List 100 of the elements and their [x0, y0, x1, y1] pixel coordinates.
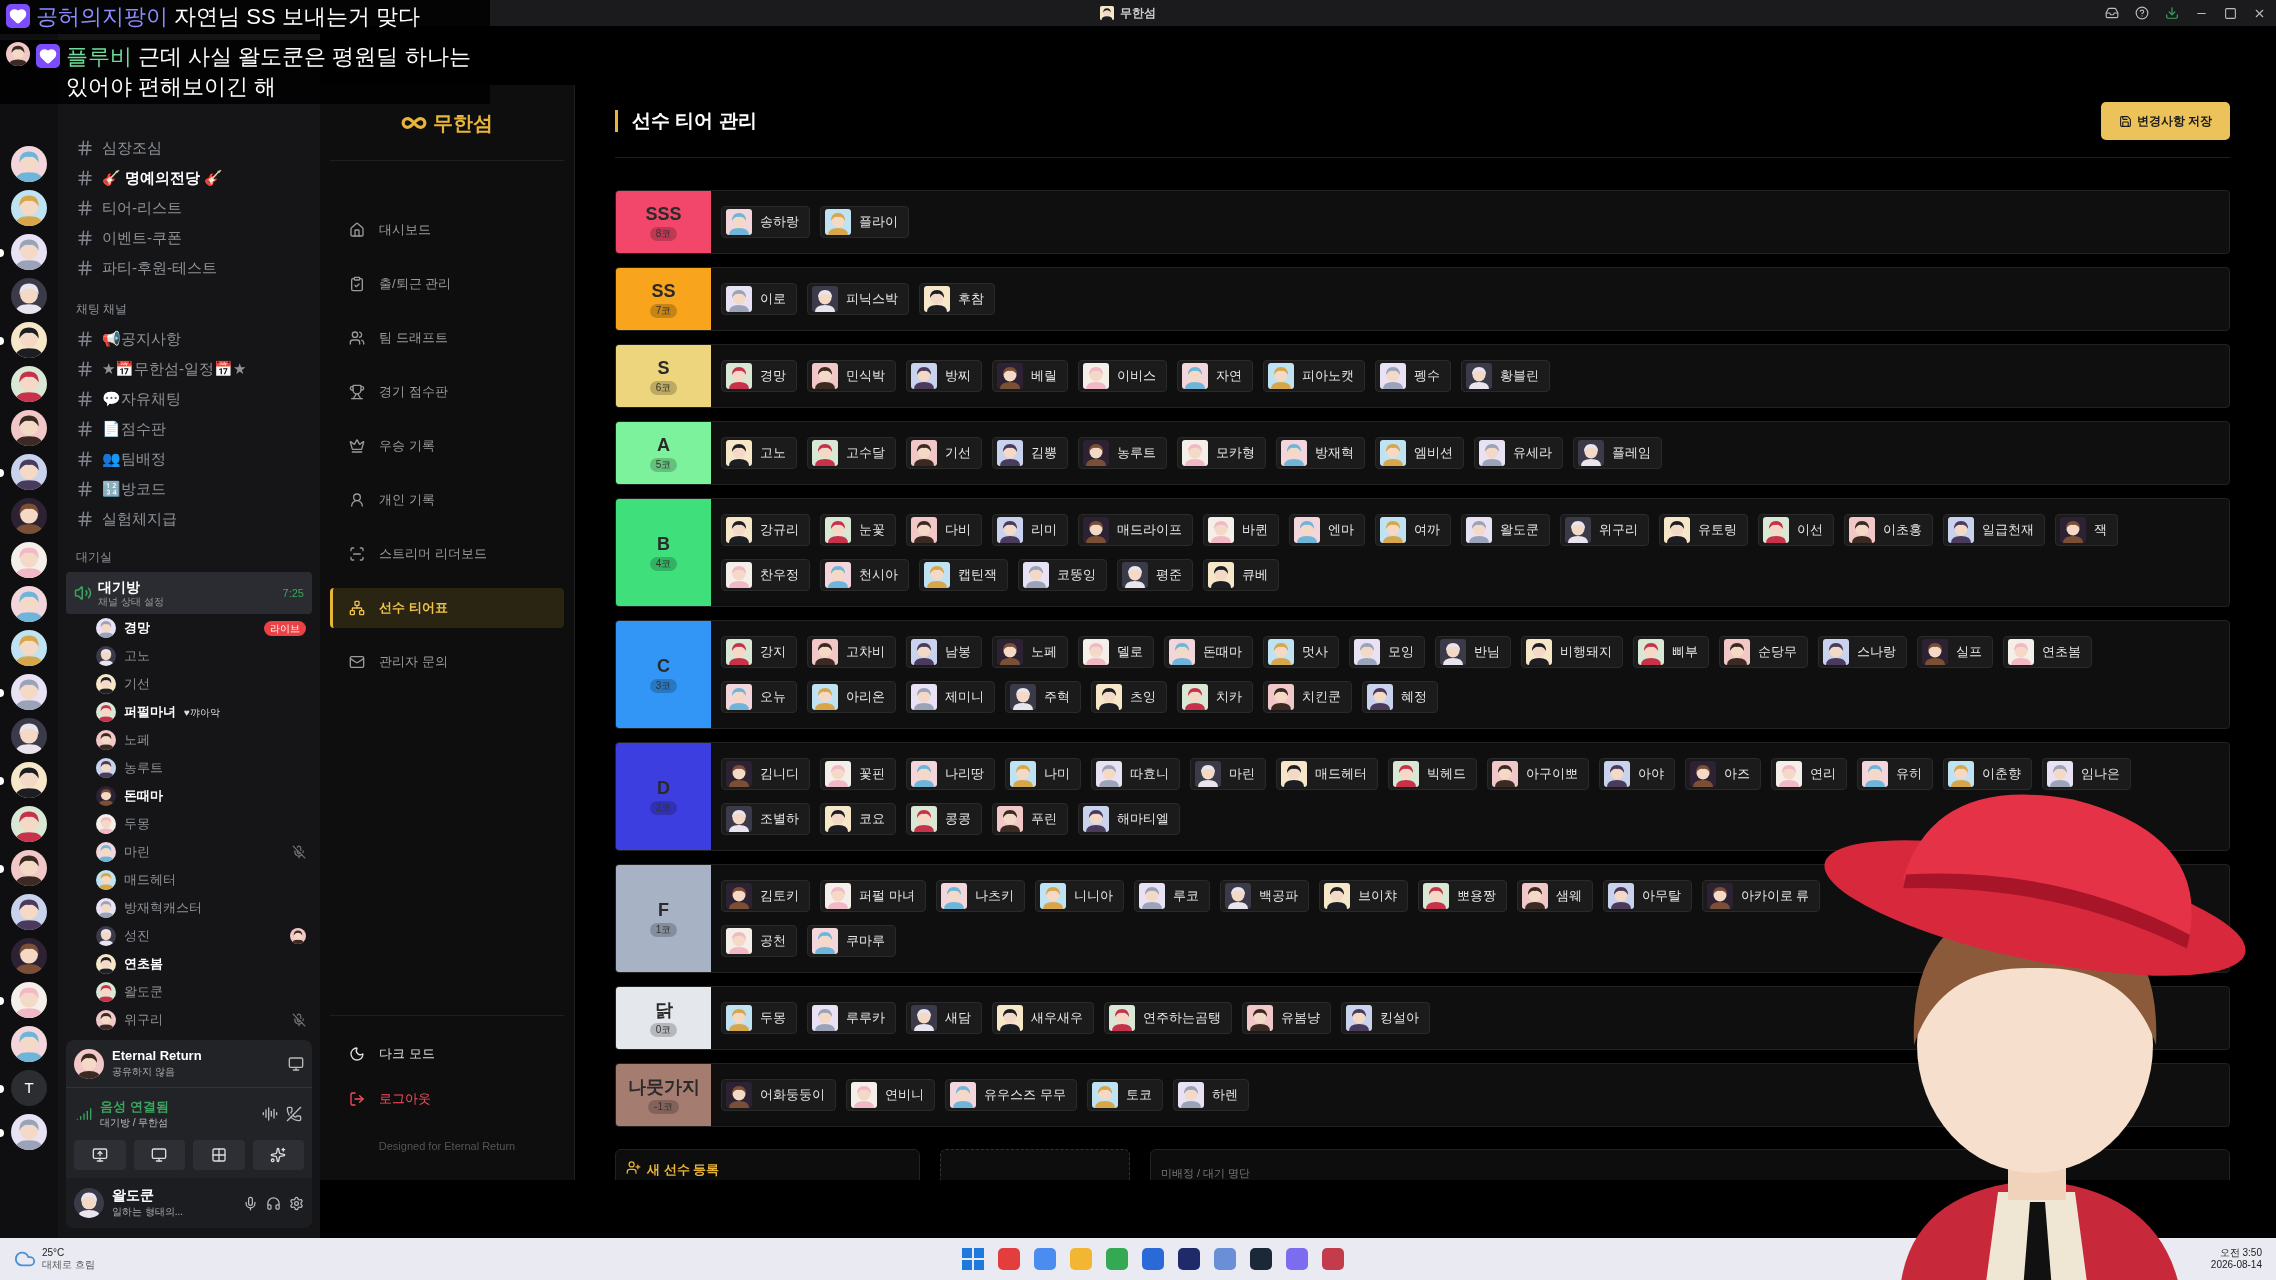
- channel-item[interactable]: 📄점수판: [66, 414, 312, 444]
- voice-member[interactable]: 퍼펄마녀 ♥꺄아악: [58, 698, 320, 726]
- player-chip[interactable]: 송하랑: [721, 206, 810, 238]
- microphone-icon[interactable]: [243, 1195, 258, 1211]
- nav-item[interactable]: 팀 드래프트: [330, 318, 564, 358]
- player-chip[interactable]: 왈도쿤: [1461, 514, 1550, 546]
- headphones-icon[interactable]: [266, 1195, 281, 1211]
- channel-item[interactable]: 📢공지사항: [66, 324, 312, 354]
- player-chip[interactable]: 기선: [906, 437, 982, 469]
- player-chip[interactable]: 혜정: [1362, 681, 1438, 713]
- server-icon[interactable]: [11, 762, 47, 798]
- player-chip[interactable]: 주혁: [1005, 681, 1081, 713]
- nav-item[interactable]: 스트리머 리더보드: [330, 534, 564, 574]
- player-chip[interactable]: 위구리: [1560, 514, 1649, 546]
- server-icon[interactable]: [11, 146, 47, 182]
- player-chip[interactable]: 멋사: [1263, 636, 1339, 668]
- app-icon[interactable]: [1249, 1248, 1272, 1270]
- player-chip[interactable]: 다비: [906, 514, 982, 546]
- player-chip[interactable]: 후참: [919, 283, 995, 315]
- player-chip[interactable]: 쿠마루: [807, 925, 896, 957]
- player-chip[interactable]: 엠비션: [1375, 437, 1464, 469]
- player-chip[interactable]: 삐부: [1633, 636, 1709, 668]
- player-chip[interactable]: 연리: [1771, 758, 1847, 790]
- player-chip[interactable]: 조별하: [721, 803, 810, 835]
- player-chip[interactable]: 피아노캣: [1263, 360, 1365, 392]
- player-chip[interactable]: 민식박: [807, 360, 896, 392]
- player-chip[interactable]: 돈때마: [1164, 636, 1253, 668]
- player-chip[interactable]: 실프: [1917, 636, 1993, 668]
- channel-item[interactable]: 심장조심: [66, 133, 312, 163]
- player-chip[interactable]: 김니디: [721, 758, 810, 790]
- channel-item[interactable]: 티어-리스트: [66, 193, 312, 223]
- voice-member[interactable]: 돈때마: [58, 782, 320, 810]
- server-icon[interactable]: [11, 454, 47, 490]
- player-chip[interactable]: 강규리: [721, 514, 810, 546]
- player-chip[interactable]: 고수달: [807, 437, 896, 469]
- player-chip[interactable]: 모잉: [1349, 636, 1425, 668]
- player-chip[interactable]: 따효니: [1091, 758, 1180, 790]
- voice-member[interactable]: 방재혁캐스터: [58, 894, 320, 922]
- maximize-icon[interactable]: [2224, 6, 2237, 20]
- player-chip[interactable]: 천시아: [820, 559, 909, 591]
- voice-action-button[interactable]: [193, 1140, 245, 1170]
- player-chip[interactable]: 플라이: [820, 206, 909, 238]
- nav-item[interactable]: 대시보드: [330, 210, 564, 250]
- player-chip[interactable]: 콩콩: [906, 803, 982, 835]
- server-icon[interactable]: [11, 234, 47, 270]
- server-icon[interactable]: [11, 1026, 47, 1062]
- voice-member[interactable]: 마린: [58, 838, 320, 866]
- player-chip[interactable]: 해마티엘: [1078, 803, 1180, 835]
- player-chip[interactable]: 평준: [1117, 559, 1193, 591]
- player-chip[interactable]: 아야: [1599, 758, 1675, 790]
- player-chip[interactable]: 토코: [1086, 1079, 1163, 1111]
- player-chip[interactable]: 루루카: [807, 1002, 896, 1034]
- player-chip[interactable]: 이선: [1758, 514, 1834, 546]
- player-chip[interactable]: 엔마: [1289, 514, 1365, 546]
- voice-member[interactable]: 위구리: [58, 1006, 320, 1034]
- voice-member[interactable]: 왈도쿤: [58, 978, 320, 1006]
- player-chip[interactable]: 두몽: [721, 1002, 797, 1034]
- player-chip[interactable]: 치킨쿤: [1263, 681, 1352, 713]
- server-icon[interactable]: [11, 542, 47, 578]
- player-chip[interactable]: 스나랑: [1818, 636, 1907, 668]
- player-chip[interactable]: 남봉: [906, 636, 982, 668]
- player-chip[interactable]: 백공파: [1219, 880, 1309, 912]
- voice-channel[interactable]: 대기방 채널 상태 설정 7:25: [66, 572, 312, 614]
- voice-member[interactable]: 성진: [58, 922, 320, 950]
- server-icon[interactable]: [11, 586, 47, 622]
- server-icon[interactable]: [11, 718, 47, 754]
- app-icon[interactable]: [1177, 1248, 1200, 1270]
- player-chip[interactable]: 연초봄: [2003, 636, 2092, 668]
- player-chip[interactable]: 유우스즈 무무: [945, 1079, 1077, 1111]
- voice-member[interactable]: 매드헤터: [58, 866, 320, 894]
- player-chip[interactable]: 이춘향: [1943, 758, 2032, 790]
- server-icon[interactable]: [11, 806, 47, 842]
- server-icon[interactable]: [11, 894, 47, 930]
- player-chip[interactable]: 퍼펄 마녀: [820, 880, 926, 912]
- voice-member[interactable]: 농루트: [58, 754, 320, 782]
- category-header[interactable]: 대기실: [58, 542, 320, 572]
- player-chip[interactable]: 방재혁: [1276, 437, 1365, 469]
- player-chip[interactable]: 킹설아: [1341, 1002, 1430, 1034]
- server-icon[interactable]: [11, 410, 47, 446]
- nav-item[interactable]: 선수 티어표: [330, 588, 564, 628]
- player-chip[interactable]: 어화둥둥이: [721, 1079, 836, 1111]
- server-icon[interactable]: T: [11, 1070, 47, 1106]
- player-chip[interactable]: 코요: [820, 803, 896, 835]
- player-chip[interactable]: 아리온: [807, 681, 896, 713]
- player-chip[interactable]: 나츠키: [935, 880, 1025, 912]
- voice-member[interactable]: 두몽: [58, 810, 320, 838]
- player-chip[interactable]: 고차비: [807, 636, 896, 668]
- player-chip[interactable]: 이비스: [1078, 360, 1167, 392]
- player-chip[interactable]: 눈꽃: [820, 514, 896, 546]
- inbox-icon[interactable]: [2105, 6, 2119, 20]
- player-chip[interactable]: 찬우정: [721, 559, 810, 591]
- server-icon[interactable]: [11, 938, 47, 974]
- player-chip[interactable]: 펭수: [1375, 360, 1451, 392]
- player-chip[interactable]: 피닉스박: [807, 283, 909, 315]
- nav-item[interactable]: 우승 기록: [330, 426, 564, 466]
- player-chip[interactable]: 이초홍: [1844, 514, 1933, 546]
- player-chip[interactable]: 마린: [1190, 758, 1266, 790]
- player-chip[interactable]: 경망: [721, 360, 797, 392]
- player-chip[interactable]: 하렌: [1172, 1079, 1249, 1111]
- server-icon[interactable]: [11, 278, 47, 314]
